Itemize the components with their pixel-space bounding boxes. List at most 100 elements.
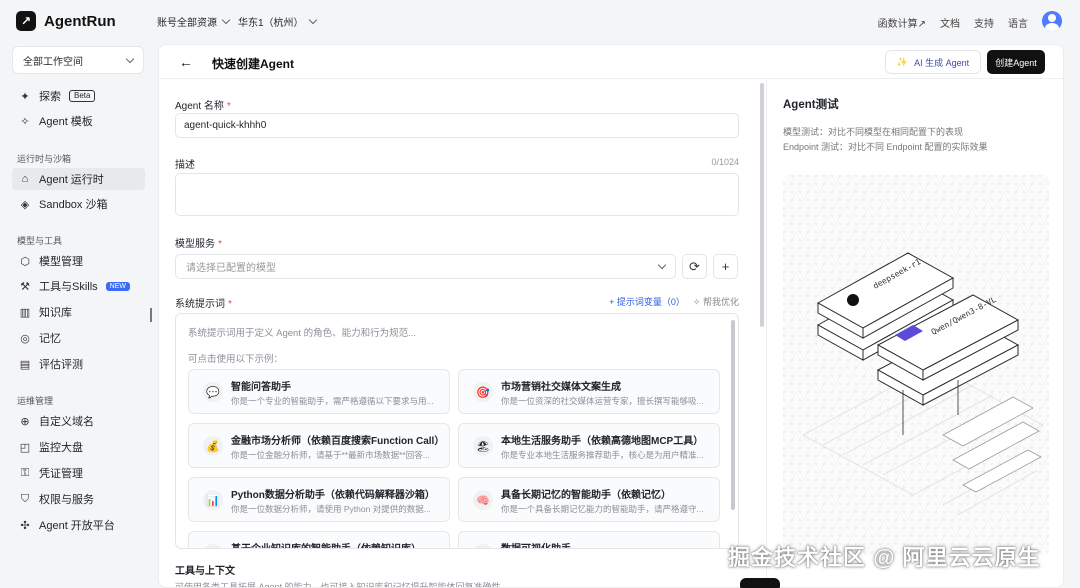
sidebar-item-evaluation[interactable]: ▤ 评估评测 (12, 353, 145, 375)
example-card[interactable]: 🧠 具备长期记忆的智能助手（依赖记忆） 你是一个具备长期记忆能力的智能助手，请严… (458, 477, 720, 522)
refresh-models-button[interactable]: ⟳ (682, 254, 707, 279)
section-runtime: 运行时与沙箱 (17, 154, 72, 164)
example-title: 金融市场分析师（依赖百度搜索Function Call） (231, 436, 445, 447)
isometric-illustration: deepseek-r1 Qwen/Qwen3-8-VL (783, 175, 1049, 555)
chevron-down-icon (657, 260, 667, 270)
model-test-desc: 模型测试：对比不同模型在相同配置下的表现 (783, 127, 964, 137)
platform-icon: ✣ (20, 519, 30, 532)
model-select[interactable]: 请选择已配置的模型 (175, 254, 676, 279)
example-title: 基于企业知识库的智能助手（依赖知识库） (231, 540, 421, 548)
sidebar-item-credentials[interactable]: ⚿ 凭证管理 (12, 462, 145, 484)
system-prompt-textarea[interactable]: 系统提示词用于定义 Agent 的角色、能力和行为规范... 可点击使用以下示例… (175, 313, 739, 549)
sidebar-item-agent-templates[interactable]: ✧ Agent 模板 (12, 110, 145, 132)
endpoint-test-desc: Endpoint 测试：对比不同 Endpoint 配置的实际效果 (783, 142, 988, 152)
chevron-down-icon (125, 54, 135, 63)
create-form: Agent 名称 * agent-quick-khhh0 描述 0/1024 模型… (159, 80, 759, 588)
brain-icon: 🧠 (473, 490, 493, 510)
example-card[interactable]: 📚 基于企业知识库的智能助手（依赖知识库） (188, 531, 450, 548)
description-textarea[interactable] (175, 173, 739, 216)
agent-test-panel: Agent测试 模型测试：对比不同模型在相同配置下的表现 Endpoint 测试… (766, 80, 1063, 587)
example-card[interactable]: 💬 智能问答助手 你是一个专业的智能助手，需严格遵循以下要求与用... (188, 369, 450, 414)
description-counter: 0/1024 (711, 157, 739, 167)
example-title: 具备长期记忆的智能助手（依赖记忆） (501, 490, 671, 501)
form-scrollbar[interactable] (760, 83, 764, 327)
sidebar-item-sandbox[interactable]: ◈ Sandbox 沙箱 (12, 193, 145, 215)
sidebar-item-explore[interactable]: ✦ 探索 Beta (12, 85, 145, 107)
sidebar-item-custom-domain[interactable]: ⊕ 自定义域名 (12, 410, 145, 432)
region-select[interactable]: 华东1（杭州） (238, 14, 317, 29)
top-links: 函数计算↗ 文档 支持 语言 (878, 15, 1028, 30)
prompt-scrollbar[interactable] (731, 320, 735, 510)
sidebar-item-label: 知识库 (39, 307, 72, 319)
sidebar-item-model-management[interactable]: ⬡ 模型管理 (12, 250, 145, 272)
chevron-down-icon (221, 15, 231, 25)
example-desc: 你是专业本地生活服务推荐助手，核心是为用户精准... (501, 450, 704, 460)
memory-icon: ◎ (20, 332, 30, 345)
box-icon: ⬡ (20, 255, 30, 268)
sidebar-item-label: 评估评测 (39, 359, 83, 371)
main-panel: ← 快速创建Agent ✨ AI 生成 Agent 创建Agent Agent … (158, 44, 1064, 588)
sidebar-item-memory[interactable]: ◎ 记忆 (12, 327, 145, 349)
section-models: 模型与工具 (17, 236, 63, 246)
test-illustration: deepseek-r1 Qwen/Qwen3-8-VL (783, 175, 1049, 555)
chart-icon: ▤ (19, 358, 31, 371)
link-docs[interactable]: 文档 (940, 15, 960, 30)
example-desc: 你是一个具备长期记忆能力的智能助手，请严格遵守... (501, 504, 704, 514)
chevron-down-icon (308, 15, 317, 25)
sidebar: 全部工作空间 ✦ 探索 Beta ✧ Agent 模板 运行时与沙箱 ⌂ Age… (0, 42, 158, 588)
link-language[interactable]: 语言 (1008, 15, 1028, 30)
sidebar-item-permissions[interactable]: ⛉ 权限与服务 (12, 488, 145, 510)
add-model-button[interactable]: + (713, 254, 738, 279)
shield-icon: ⛉ (20, 492, 30, 505)
globe-icon: ⊕ (20, 415, 30, 428)
bar-chart-icon: 📊 (203, 490, 223, 510)
sidebar-item-open-platform[interactable]: ✣ Agent 开放平台 (12, 514, 145, 536)
beta-badge: Beta (69, 90, 96, 102)
sidebar-item-tools-skills[interactable]: ⚒ 工具与Skills NEW (12, 275, 145, 297)
top-bar: ↗ AgentRun 账号全部资源 华东1（杭州） 函数计算↗ 文档 支持 语言 (0, 0, 1080, 42)
sidebar-scrollbar[interactable] (150, 308, 152, 322)
example-card[interactable]: 🎯 市场营销社交媒体文案生成 你是一位资深的社交媒体运营专家，擅长撰写能够吸..… (458, 369, 720, 414)
example-desc: 你是一位数据分析师，请使用 Python 对提供的数据... (231, 504, 431, 514)
model-label: 模型服务 * (175, 239, 222, 250)
target-icon: 🎯 (473, 382, 493, 402)
page-title: 快速创建Agent (212, 57, 294, 71)
sidebar-item-knowledge-base[interactable]: ▥ 知识库 (12, 301, 145, 323)
link-function-compute[interactable]: 函数计算↗ (878, 15, 926, 30)
workspace-select[interactable]: 全部工作空间 (12, 46, 144, 74)
explore-icon: ✦ (20, 90, 30, 103)
prompt-variables-link[interactable]: + 提示词变量（0） (609, 295, 685, 308)
avatar[interactable] (1042, 11, 1062, 31)
example-card[interactable]: 🏖 本地生活服务助手（依赖高德地图MCP工具） 你是专业本地生活服务推荐助手，核… (458, 423, 720, 468)
optimize-prompt-link[interactable]: ✧ 帮我优化 (693, 295, 739, 308)
example-card[interactable]: 📈 数据可视化助手 (458, 531, 720, 548)
section-ops: 运维管理 (17, 396, 54, 406)
app-logo[interactable]: ↗ AgentRun (16, 11, 116, 31)
description-label: 描述 (175, 160, 195, 171)
workspace-label: 全部工作空间 (23, 56, 83, 68)
example-card[interactable]: 📊 Python数据分析助手（依赖代码解释器沙箱） 你是一位数据分析师，请使用 … (188, 477, 450, 522)
ai-generate-label: AI 生成 Agent (914, 57, 970, 68)
system-prompt-label: 系统提示词 * (175, 299, 232, 310)
floating-chat-button[interactable] (740, 578, 780, 588)
sidebar-item-label: 监控大盘 (39, 442, 83, 454)
money-bag-icon: 💰 (203, 436, 223, 456)
prompt-actions: + 提示词变量（0） ✧ 帮我优化 (609, 295, 739, 308)
account-scope-select[interactable]: 账号全部资源 (157, 14, 231, 29)
test-panel-title: Agent测试 (783, 99, 839, 111)
sidebar-item-label: Agent 模板 (39, 116, 93, 128)
sidebar-item-monitoring[interactable]: ◰ 监控大盘 (12, 436, 145, 458)
deepseek-logo-icon (847, 294, 859, 306)
sidebar-item-agent-runtime[interactable]: ⌂ Agent 运行时 (12, 168, 145, 190)
ai-generate-button[interactable]: ✨ AI 生成 Agent (885, 50, 981, 74)
account-scope-label: 账号全部资源 (157, 18, 217, 29)
link-support[interactable]: 支持 (974, 15, 994, 30)
create-agent-button[interactable]: 创建Agent (987, 50, 1045, 74)
tools-section-desc: 可使用各类工具拓展 Agent 的能力，也可接入知识库和记忆提升智能体回复准确性 (175, 582, 501, 588)
books-icon: ▥ (19, 306, 31, 319)
agent-name-input[interactable]: agent-quick-khhh0 (175, 113, 739, 138)
example-card[interactable]: 💰 金融市场分析师（依赖百度搜索Function Call） 你是一位金融分析师… (188, 423, 450, 468)
back-arrow-icon[interactable]: ← (179, 54, 193, 70)
example-desc: 你是一位金融分析师，请基于**最新市场数据**回答... (231, 450, 430, 460)
sidebar-item-label: 凭证管理 (39, 468, 83, 480)
